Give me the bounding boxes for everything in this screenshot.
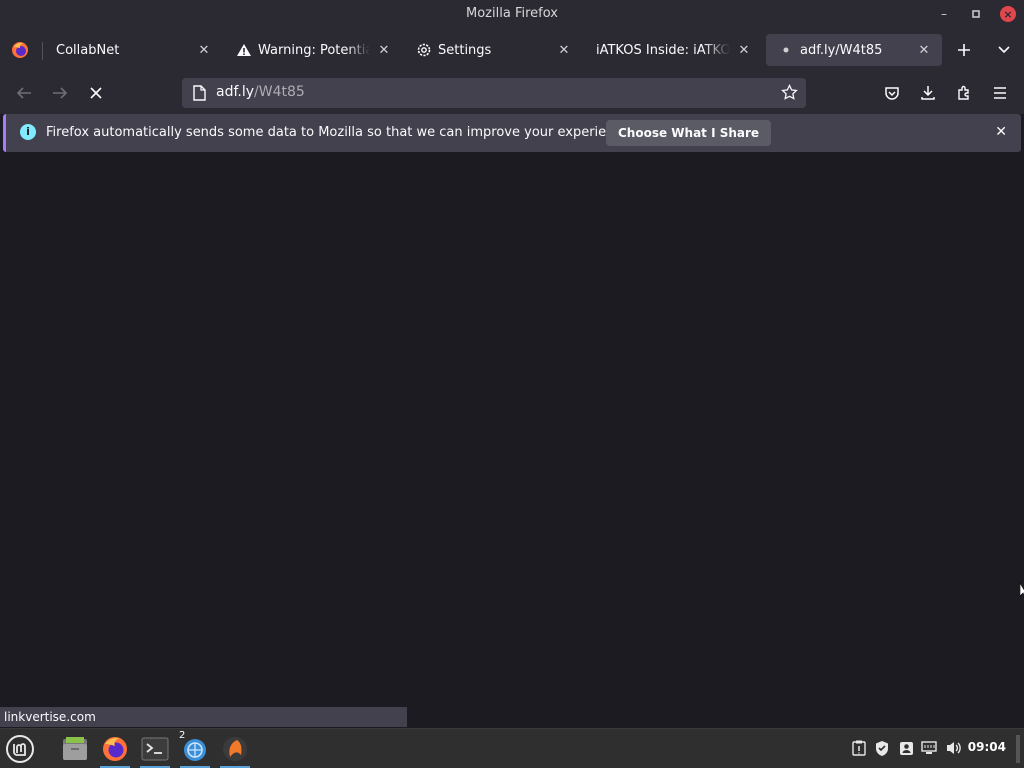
- data-reporting-notification: i Firefox automatically sends some data …: [3, 114, 1021, 152]
- firefox-taskbar-icon[interactable]: [98, 732, 132, 768]
- tab-close-icon[interactable]: ✕: [376, 43, 392, 58]
- tab-close-icon[interactable]: ✕: [556, 43, 572, 58]
- tab-warning[interactable]: Warning: Potential Security Risk Ahead ✕: [224, 34, 402, 66]
- tab-adfly[interactable]: adf.ly/W4t85 ✕: [766, 34, 942, 66]
- warning-icon: [236, 43, 252, 57]
- close-icon[interactable]: ✕: [995, 124, 1007, 140]
- tab-label: Settings: [438, 42, 492, 58]
- close-window-icon[interactable]: ×: [1000, 6, 1016, 22]
- terminal-icon[interactable]: [138, 732, 172, 768]
- stop-loading-icon[interactable]: [84, 81, 108, 105]
- tab-collabnet[interactable]: CollabNet ✕: [44, 34, 222, 66]
- volume-icon[interactable]: [945, 739, 963, 757]
- file-manager-icon[interactable]: [58, 732, 92, 766]
- forward-icon[interactable]: [48, 81, 72, 105]
- hamburger-menu-icon[interactable]: [988, 81, 1012, 105]
- choose-what-i-share-button[interactable]: Choose What I Share: [606, 120, 772, 146]
- tab-iatkos[interactable]: iATKOS Inside: iATKOS M ✕: [584, 34, 762, 66]
- firefox-view-icon[interactable]: [8, 38, 32, 62]
- network-app-icon[interactable]: 2: [178, 730, 212, 768]
- tab-close-icon[interactable]: ✕: [916, 43, 932, 58]
- tab-close-icon[interactable]: ✕: [196, 43, 212, 58]
- gear-icon: [416, 42, 432, 58]
- navigation-toolbar: adf.ly/W4t85: [0, 72, 1024, 114]
- tab-label: Warning: Potential Security Risk Ahead: [258, 42, 370, 58]
- page-content[interactable]: [0, 153, 1024, 728]
- url-text[interactable]: adf.ly/W4t85: [216, 84, 305, 100]
- back-icon[interactable]: [12, 81, 36, 105]
- window-count-badge: 2: [179, 730, 186, 741]
- page-icon[interactable]: [192, 85, 206, 105]
- loading-icon: [778, 47, 794, 53]
- downloads-icon[interactable]: [916, 81, 940, 105]
- tab-close-icon[interactable]: ✕: [736, 43, 752, 58]
- url-host: adf.ly: [216, 84, 255, 100]
- notification-message: Firefox automatically sends some data to…: [46, 125, 634, 140]
- mouse-cursor-icon: [1019, 581, 1024, 603]
- extensions-icon[interactable]: [952, 81, 976, 105]
- minimize-icon[interactable]: –: [934, 4, 954, 24]
- clock[interactable]: 09:04: [968, 740, 1006, 754]
- list-all-tabs-icon[interactable]: [992, 38, 1016, 62]
- show-desktop-button[interactable]: [1016, 735, 1020, 763]
- tab-settings[interactable]: Settings ✕: [404, 34, 582, 66]
- info-icon: i: [20, 124, 36, 140]
- pocket-icon[interactable]: [880, 81, 904, 105]
- bookmark-star-icon[interactable]: [781, 83, 798, 105]
- tab-label: iATKOS Inside: iATKOS M: [596, 42, 730, 58]
- app-launcher-icon[interactable]: [218, 732, 252, 768]
- url-path: /W4t85: [254, 84, 305, 100]
- taskbar: 2 09:04: [0, 728, 1024, 768]
- update-shield-icon[interactable]: [873, 739, 891, 757]
- window-title: Mozilla Firefox: [466, 6, 558, 21]
- tab-label: CollabNet: [56, 42, 120, 58]
- mint-menu-icon[interactable]: [3, 732, 37, 766]
- new-tab-icon[interactable]: [952, 38, 976, 62]
- network-icon[interactable]: [920, 739, 938, 757]
- user-icon[interactable]: [897, 739, 915, 757]
- tab-label: adf.ly/W4t85: [800, 42, 883, 58]
- restore-icon[interactable]: [966, 4, 986, 24]
- tab-strip: CollabNet ✕ Warning: Potential Security …: [0, 28, 1024, 72]
- window-titlebar: Mozilla Firefox – ×: [0, 0, 1024, 28]
- clipboard-icon[interactable]: [850, 739, 868, 757]
- tab-separator: [42, 42, 43, 60]
- url-bar[interactable]: adf.ly/W4t85: [182, 78, 806, 108]
- status-link-preview: linkvertise.com: [0, 707, 407, 727]
